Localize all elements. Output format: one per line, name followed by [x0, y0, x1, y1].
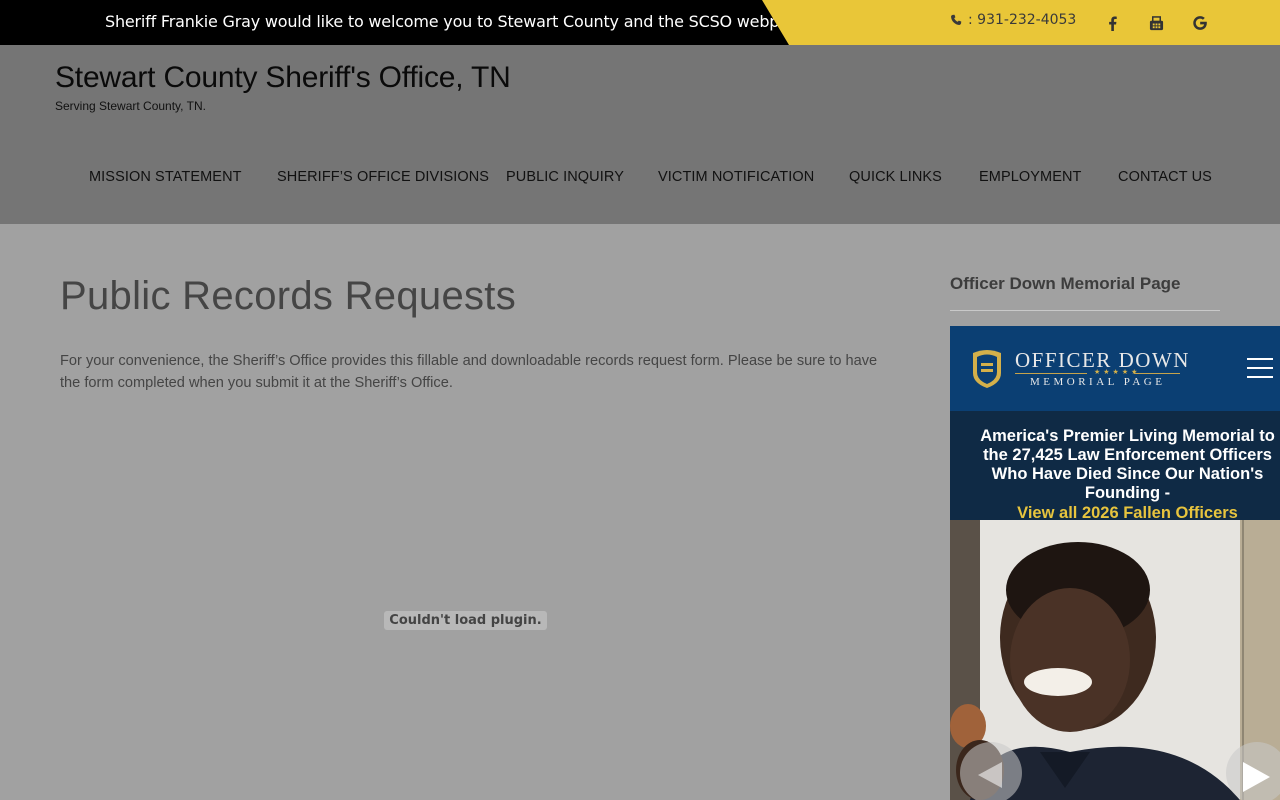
page-title: Public Records Requests: [60, 274, 517, 318]
odmp-headline-text: America's Premier Living Memorial to the…: [980, 427, 1275, 502]
welcome-message: Sheriff Frankie Gray would like to welco…: [105, 12, 809, 31]
sidebar-widget-title: Officer Down Memorial Page: [950, 274, 1181, 293]
fallen-officer-photo: [950, 520, 1280, 800]
odmp-logo-rule-left: [1015, 373, 1087, 374]
facebook-icon[interactable]: [1102, 13, 1122, 33]
menu-icon[interactable]: [1247, 358, 1273, 378]
nav-mission-statement[interactable]: MISSION STATEMENT: [89, 169, 242, 185]
nav-victim-notification[interactable]: VICTIM NOTIFICATION: [658, 169, 814, 185]
google-icon[interactable]: [1190, 13, 1210, 33]
next-slide-button[interactable]: [1226, 742, 1280, 800]
intro-paragraph: For your convenience, the Sheriff’s Offi…: [60, 353, 878, 391]
site-header: Stewart County Sheriff's Office, TN Serv…: [0, 45, 1280, 224]
phone-label: : 931-232-4053: [968, 12, 1077, 28]
odmp-badge-icon: [969, 349, 1005, 389]
top-bar: Sheriff Frankie Gray would like to welco…: [0, 0, 1280, 45]
phone-number[interactable]: : 931-232-4053: [950, 12, 1076, 28]
nav-contact-us[interactable]: CONTACT US: [1118, 169, 1212, 185]
nav-public-inquiry[interactable]: PUBLIC INQUIRY: [506, 169, 624, 185]
nav-quick-links[interactable]: QUICK LINKS: [849, 169, 942, 185]
nav-employment[interactable]: EMPLOYMENT: [979, 169, 1082, 185]
odmp-widget[interactable]: OFFICER DOWN ★★★★★ MEMORIAL PAGE America…: [950, 326, 1280, 800]
odmp-logo-subtitle: MEMORIAL PAGE: [1030, 376, 1166, 388]
site-tagline: Serving Stewart County, TN.: [55, 99, 206, 113]
plugin-error-message: Couldn't load plugin.: [384, 611, 547, 630]
odmp-logo-stars: ★★★★★: [1094, 369, 1141, 376]
nav-sheriffs-office-divisions[interactable]: SHERIFF’S OFFICE DIVISIONS: [277, 169, 489, 185]
main-navigation: MISSION STATEMENT SHERIFF’S OFFICE DIVIS…: [0, 169, 1280, 189]
phone-icon: [950, 14, 962, 26]
odmp-headline: America's Premier Living Memorial to the…: [975, 427, 1280, 523]
site-title[interactable]: Stewart County Sheriff's Office, TN: [55, 61, 511, 95]
sidebar-divider: [950, 310, 1220, 311]
odmp-banner: America's Premier Living Memorial to the…: [950, 411, 1280, 523]
fax-icon[interactable]: [1146, 13, 1166, 33]
odmp-header: OFFICER DOWN ★★★★★ MEMORIAL PAGE: [950, 326, 1280, 411]
odmp-logo-rule-right: [1134, 373, 1180, 374]
previous-slide-button[interactable]: [960, 742, 1022, 800]
